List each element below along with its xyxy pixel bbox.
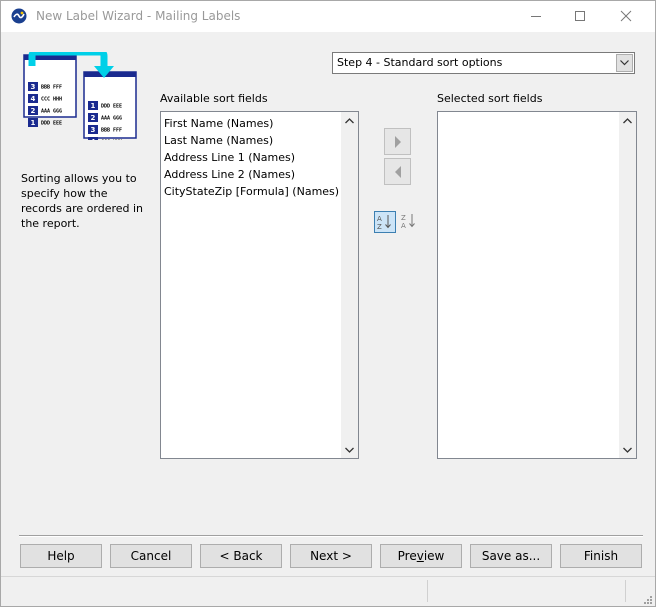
save-as-button[interactable]: Save as... [470, 544, 552, 568]
list-item[interactable]: Address Line 1 (Names) [164, 149, 338, 166]
illustration-row-text: DDD EEE [101, 104, 122, 110]
wizard-window: New Label Wizard - Mailing Labels 3 BBB F… [0, 0, 656, 607]
illustration-row-text: DDD EEE [41, 121, 62, 127]
scroll-up-icon[interactable] [341, 112, 358, 129]
illustration-row-number: 4 [91, 138, 96, 140]
close-icon [620, 10, 632, 22]
app-icon [11, 8, 27, 24]
sort-ascending-button[interactable]: A Z [374, 211, 396, 233]
step-dropdown-value: Step 4 - Standard sort options [337, 56, 503, 69]
illustration-row-text: AAA GGG [41, 109, 62, 115]
maximize-button[interactable] [557, 1, 603, 31]
sort-descending-button[interactable]: Z A [399, 211, 421, 233]
illustration-row-number: 3 [31, 83, 36, 91]
status-divider [625, 580, 626, 602]
list-item[interactable]: Address Line 2 (Names) [164, 166, 338, 183]
back-button[interactable]: < Back [200, 544, 282, 568]
preview-button[interactable]: Pre v iew [380, 544, 462, 568]
svg-text:Z: Z [401, 214, 406, 222]
maximize-icon [575, 11, 585, 21]
preview-label-end: iew [423, 549, 445, 563]
illustration-row-number: 4 [31, 95, 36, 103]
available-items: First Name (Names) Last Name (Names) Addre… [164, 115, 339, 200]
scroll-down-icon[interactable] [341, 441, 358, 458]
scroll-up-icon[interactable] [619, 112, 636, 129]
preview-label-start: Pre [397, 549, 417, 563]
cancel-button[interactable]: Cancel [110, 544, 192, 568]
next-button[interactable]: Next > [290, 544, 372, 568]
footer-separator [19, 535, 643, 537]
window-title: New Label Wizard - Mailing Labels [36, 9, 241, 23]
arrow-left-icon [394, 165, 401, 178]
title-bar: New Label Wizard - Mailing Labels [1, 1, 655, 32]
chevron-down-icon[interactable] [616, 54, 633, 72]
svg-text:A: A [377, 215, 382, 223]
illustration-row-text: AAA GGG [101, 116, 122, 122]
arrow-right-icon [394, 135, 401, 148]
illustration-row-number: 1 [31, 119, 36, 127]
status-divider [427, 580, 428, 602]
list-item[interactable]: First Name (Names) [164, 115, 338, 132]
illustration-row-number: 1 [91, 102, 96, 110]
selected-fields-list[interactable] [437, 111, 637, 459]
scroll-down-icon[interactable] [619, 441, 636, 458]
close-button[interactable] [603, 1, 649, 31]
minimize-button[interactable] [513, 1, 559, 31]
svg-text:A: A [401, 222, 406, 230]
available-fields-list[interactable]: First Name (Names) Last Name (Names) Addre… [160, 111, 359, 459]
list-item[interactable]: CityStateZip [Formula] (Names) [164, 183, 339, 200]
available-fields-label: Available sort fields [160, 92, 268, 105]
remove-field-button[interactable] [384, 158, 411, 185]
svg-text:Z: Z [377, 223, 382, 231]
minimize-icon [531, 16, 541, 17]
list-item[interactable]: Last Name (Names) [164, 132, 338, 149]
sort-records-illustration: 3 BBB FFF 4 CCC HHH 2 AAA GGG 1 DDD EEE 1 DDD EE… [23, 52, 137, 141]
preview-label-accel: v [416, 549, 424, 563]
step-description: Sorting allows you to specify how the re… [21, 172, 144, 230]
selected-scrollbar[interactable] [619, 112, 636, 458]
selected-fields-label: Selected sort fields [437, 92, 543, 105]
illustration-row-number: 2 [31, 107, 36, 115]
illustration-row-text: CCC HHH [41, 97, 62, 103]
step-dropdown[interactable]: Step 4 - Standard sort options [332, 52, 635, 74]
illustration-row-text: BBB FFF [101, 128, 122, 134]
status-bar [1, 576, 655, 606]
illustration-row-text: BBB FFF [41, 85, 62, 91]
sort-descending-icon: Z A [401, 214, 415, 230]
illustration-row-number: 3 [91, 126, 96, 134]
available-scrollbar[interactable] [341, 112, 358, 458]
illustration-row-text: CCC HHH [101, 140, 122, 141]
finish-button[interactable]: Finish [560, 544, 642, 568]
illustration-row-number: 2 [91, 114, 96, 122]
sort-ascending-icon: A Z [377, 215, 391, 231]
help-button[interactable]: Help [20, 544, 102, 568]
resize-grip-icon[interactable] [642, 594, 652, 604]
add-field-button[interactable] [384, 128, 411, 155]
